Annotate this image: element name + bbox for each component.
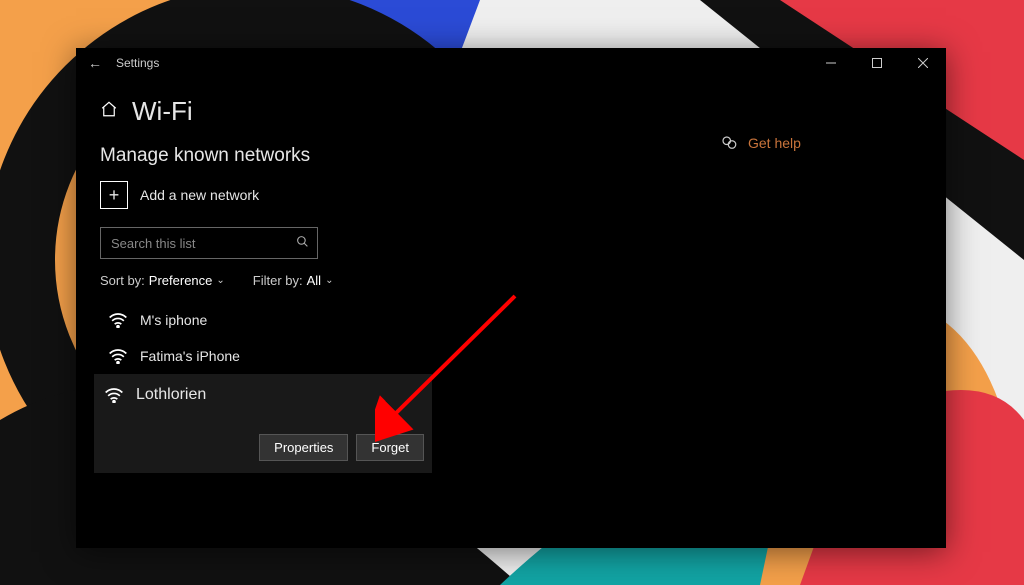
sort-by-dropdown[interactable]: Sort by: Preference ⌄ xyxy=(100,273,225,288)
network-item[interactable]: M's iphone xyxy=(100,302,720,338)
network-name: Fatima's iPhone xyxy=(140,348,240,364)
get-help-link[interactable]: Get help xyxy=(720,134,922,152)
network-name: M's iphone xyxy=(140,312,207,328)
network-item-selected[interactable]: Lothlorien Properties Forget xyxy=(94,374,432,473)
help-icon xyxy=(720,134,738,152)
settings-window: ← Settings W xyxy=(76,48,946,548)
close-button[interactable] xyxy=(900,48,946,78)
plus-icon: + xyxy=(100,181,128,209)
filter-by-dropdown[interactable]: Filter by: All ⌄ xyxy=(253,273,334,288)
forget-button[interactable]: Forget xyxy=(356,434,424,461)
network-item[interactable]: Fatima's iPhone xyxy=(100,338,720,374)
chevron-down-icon: ⌄ xyxy=(325,275,333,286)
add-network-label: Add a new network xyxy=(140,187,259,203)
network-list: M's iphone Fatima's iPhone Lothlorien Pr… xyxy=(100,302,720,473)
network-name: Lothlorien xyxy=(136,386,206,404)
chevron-down-icon: ⌄ xyxy=(216,275,224,286)
app-title: Settings xyxy=(116,56,159,70)
sort-value: Preference xyxy=(149,273,213,288)
maximize-button[interactable] xyxy=(854,48,900,78)
page-title: Wi-Fi xyxy=(132,96,193,127)
minimize-button[interactable] xyxy=(808,48,854,78)
window-controls xyxy=(808,48,946,78)
home-icon[interactable] xyxy=(100,100,118,123)
sort-label: Sort by: xyxy=(100,273,145,288)
search-input[interactable] xyxy=(109,235,273,252)
filter-label: Filter by: xyxy=(253,273,303,288)
search-icon[interactable] xyxy=(296,235,309,251)
add-network-button[interactable]: + Add a new network xyxy=(100,181,720,209)
wifi-icon xyxy=(104,387,124,403)
filter-value: All xyxy=(307,273,321,288)
search-input-container[interactable] xyxy=(100,227,318,259)
wifi-icon xyxy=(108,348,128,364)
help-label: Get help xyxy=(748,135,801,151)
back-button[interactable]: ← xyxy=(88,55,102,71)
section-title: Manage known networks xyxy=(100,145,720,167)
wifi-icon xyxy=(108,312,128,328)
desktop: ← Settings W xyxy=(0,0,1024,585)
properties-button[interactable]: Properties xyxy=(259,434,348,461)
titlebar: ← Settings xyxy=(76,48,946,78)
